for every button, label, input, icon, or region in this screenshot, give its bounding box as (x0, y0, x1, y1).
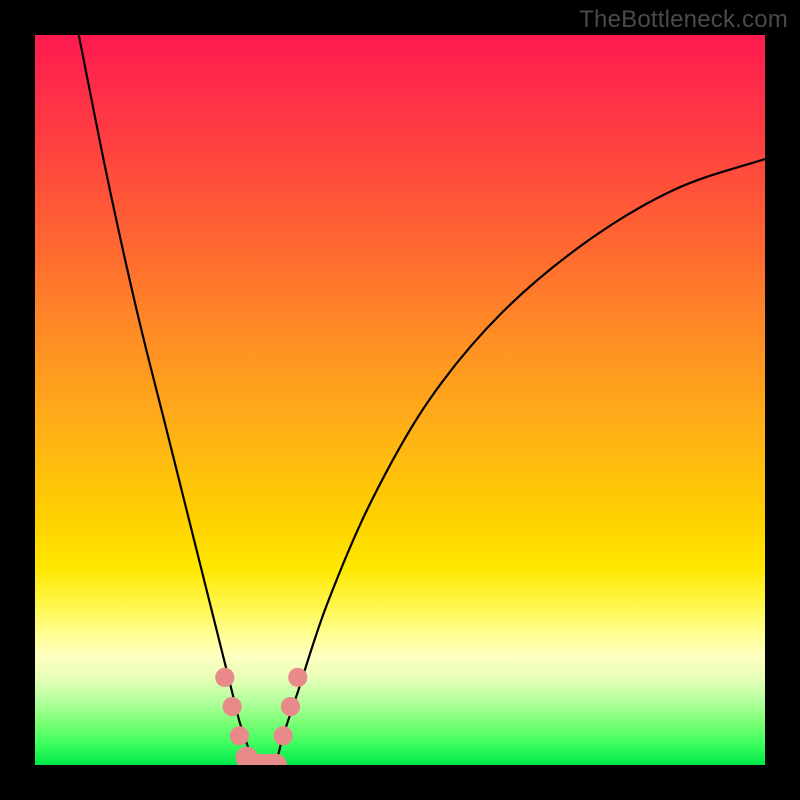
series-right-branch (276, 159, 765, 765)
marker-point (274, 726, 293, 745)
series-left-branch (79, 35, 254, 765)
plot-area (35, 35, 765, 765)
chart-frame: TheBottleneck.com (0, 0, 800, 800)
marker-point (288, 668, 307, 687)
marker-point (223, 697, 242, 716)
marker-point (230, 726, 249, 745)
watermark-text: TheBottleneck.com (579, 6, 788, 34)
marker-point (215, 668, 234, 687)
marker-point (281, 697, 300, 716)
curve-layer (35, 35, 765, 765)
